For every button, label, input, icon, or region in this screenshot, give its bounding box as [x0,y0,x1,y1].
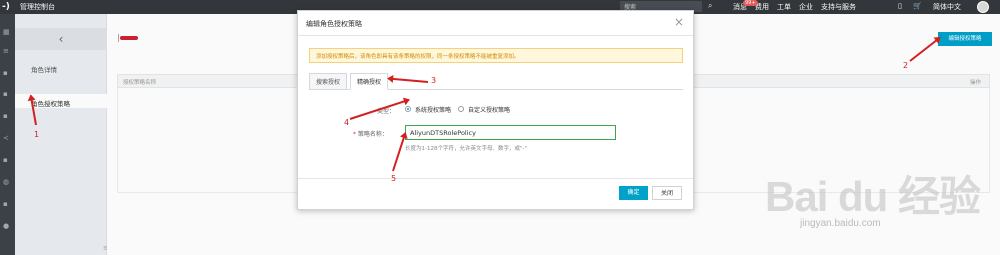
close-button[interactable]: 关闭 [652,186,682,200]
policy-name-label: * 策略名称： [353,131,388,138]
radio-custom-policy[interactable] [458,106,464,112]
footer-divider [298,178,693,179]
close-icon[interactable]: × [674,15,684,29]
annotation-2: 2 [903,61,909,70]
annotation-1: 1 [34,130,40,139]
baidu-watermark: Bai du 经验 [765,173,981,220]
confirm-button[interactable]: 确定 [619,186,648,200]
radio-system-policy[interactable] [405,106,411,112]
policy-name-input[interactable]: AliyunDTSRolePolicy [405,125,616,140]
policy-name-hint: 长度为1-128个字符，允许英文字母、数字，或"-" [405,146,528,152]
edit-role-policy-dialog: 编辑角色授权策略 × 添加授权策略后，该角色即具有该条策略的权限，同一条授权策略… [297,10,694,210]
baidu-watermark-url: jingyan.baidu.com [800,218,881,229]
annotation-3: 3 [431,76,437,85]
radio-system-policy-label[interactable]: 系统授权策略 [415,105,451,114]
annotation-4: 4 [344,118,350,127]
dialog-divider [298,35,693,36]
dialog-title: 编辑角色授权策略 [306,20,362,28]
policy-tabs: 搜索授权 精确授权 [309,73,683,90]
notice-banner: 添加授权策略后，该角色即具有该条策略的权限，同一条授权策略不能被重复添加。 [309,48,683,63]
annotation-5: 5 [391,174,397,183]
radio-custom-policy-label[interactable]: 自定义授权策略 [468,105,510,114]
tab-search-authorize[interactable]: 搜索授权 [309,73,348,90]
tab-exact-authorize[interactable]: 精确授权 [350,73,389,90]
